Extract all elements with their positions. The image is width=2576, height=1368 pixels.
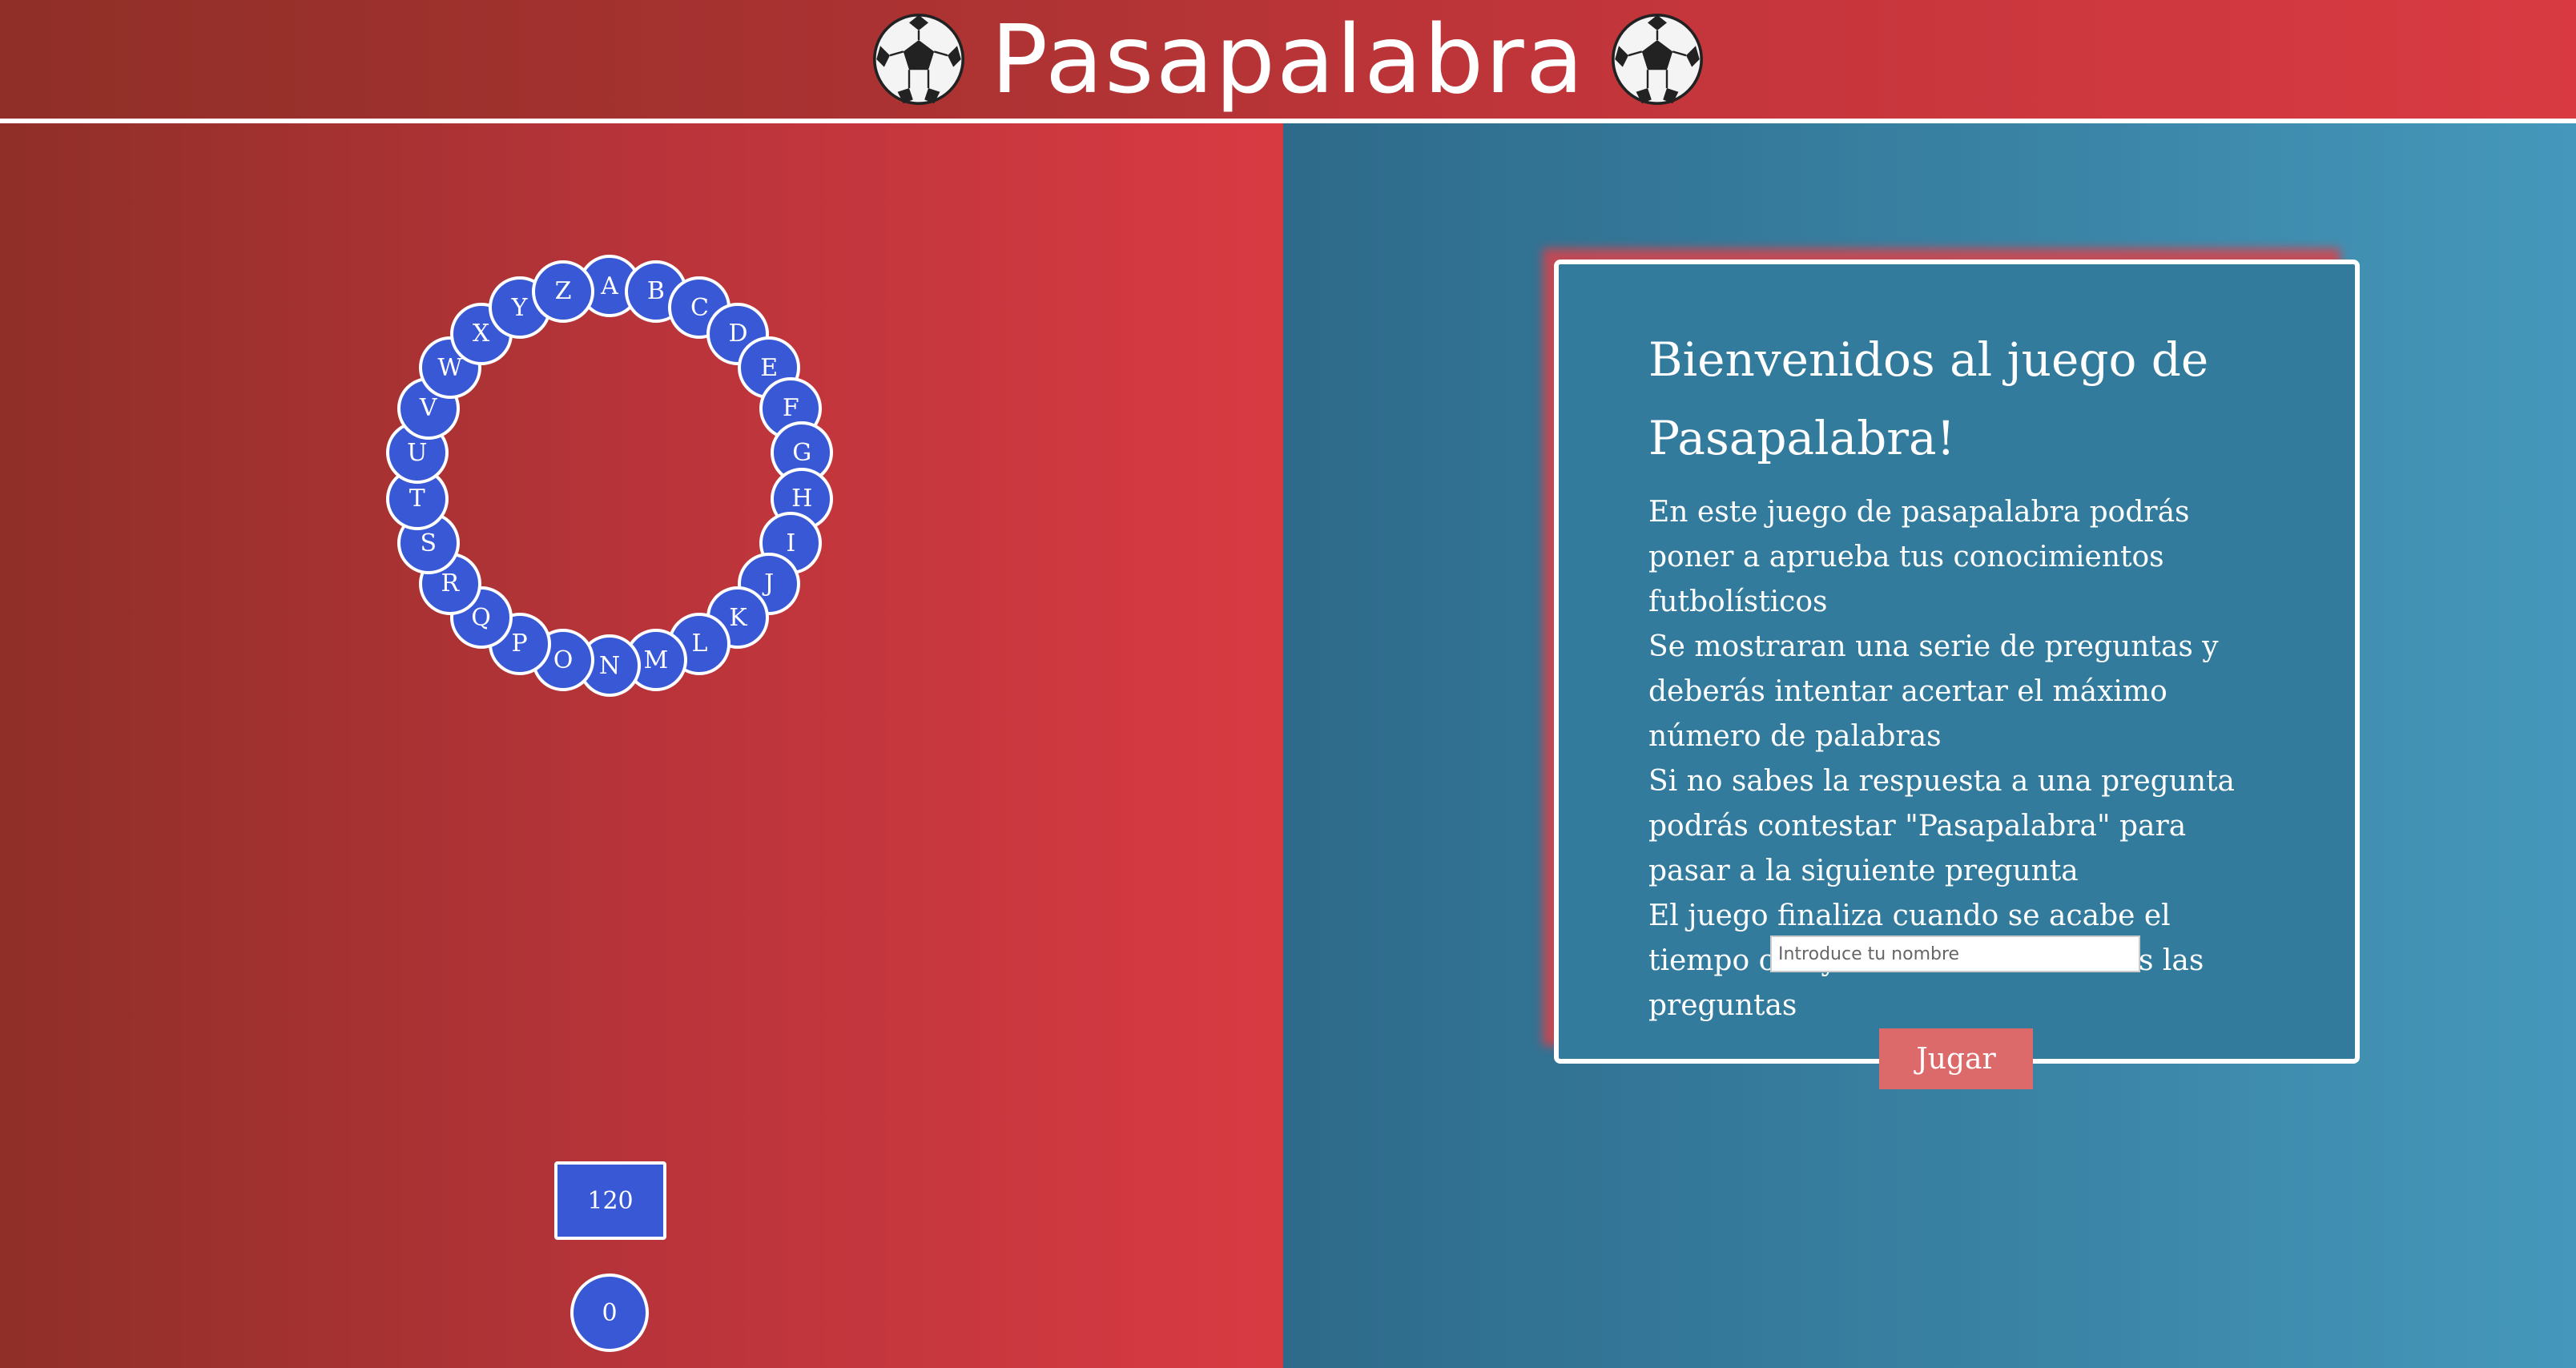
title-wrap: Pasapalabra	[871, 11, 1705, 107]
name-input[interactable]	[1770, 935, 2140, 972]
instruction-paragraph: En este juego de pasapalabra podrás pone…	[1648, 496, 2190, 618]
page-title: Pasapalabra	[991, 4, 1585, 115]
welcome-title: Bienvenidos al juego de Pasapalabra!	[1648, 332, 2209, 465]
timer-display: 120	[554, 1161, 666, 1240]
score-display: 0	[570, 1273, 649, 1352]
instruction-paragraph: Se mostraran una serie de preguntas y de…	[1648, 630, 2219, 753]
letter-z: Z	[532, 260, 595, 323]
soccer-ball-icon	[1611, 14, 1703, 105]
soccer-ball-icon	[873, 14, 964, 105]
play-button[interactable]: Jugar	[1879, 1028, 2033, 1089]
header: Pasapalabra	[0, 0, 2576, 119]
instruction-paragraph: Si no sabes la respuesta a una pregunta …	[1648, 765, 2236, 887]
